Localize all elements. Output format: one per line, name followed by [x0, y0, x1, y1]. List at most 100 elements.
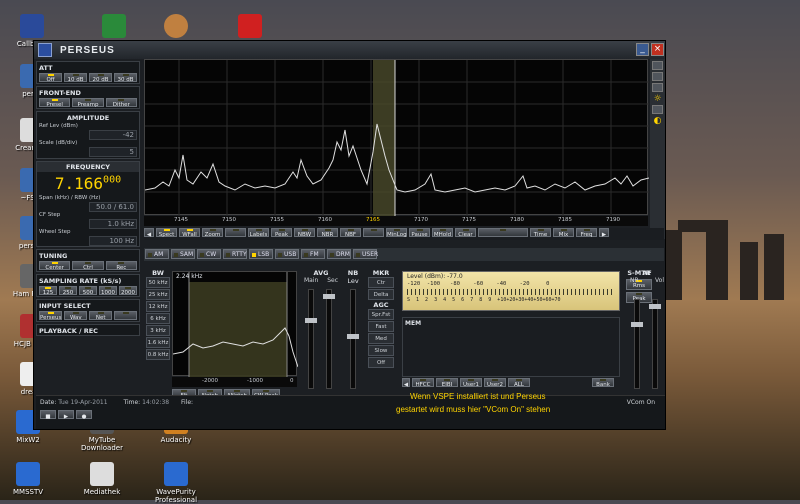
span-field[interactable]: 50.0 / 61.0 [89, 201, 137, 212]
scroll-left-button[interactable]: ◀ [144, 228, 154, 238]
display-toggle-4[interactable] [652, 105, 663, 114]
toolbar-blank-3[interactable] [478, 228, 528, 237]
toolbar-blank-1[interactable] [225, 228, 246, 237]
nbf-button[interactable]: NBF [340, 228, 361, 238]
desktop-icon-mediathek[interactable]: Mediathek [76, 462, 128, 496]
input-net-button[interactable]: Net [89, 311, 113, 321]
mode-user[interactable]: USER [353, 249, 378, 259]
bw-25k-button[interactable]: 25 kHz [146, 289, 170, 300]
filter-display[interactable]: 2.24 kHz [172, 271, 299, 377]
mode-lsb[interactable]: LSB [249, 249, 273, 259]
af-volume-slider[interactable] [649, 299, 661, 389]
bw-12k-button[interactable]: 12 kHz [146, 301, 170, 312]
wfall-button[interactable]: WFall [179, 228, 200, 238]
rec-button[interactable]: Rec [105, 261, 137, 271]
mode-cw[interactable]: CW [197, 249, 221, 259]
input-extra-button[interactable] [114, 311, 137, 320]
user1-button[interactable]: User1 [460, 378, 482, 388]
desktop-icon-photo[interactable] [150, 14, 202, 40]
mkr-ctr-button[interactable]: Ctr [368, 277, 394, 288]
agc-off-button[interactable]: Off [368, 357, 394, 368]
eibi-button[interactable]: EIBI [436, 378, 458, 388]
hfcc-button[interactable]: HFCC [412, 378, 434, 388]
minlog-button[interactable]: MinLog [386, 228, 407, 238]
mode-drm[interactable]: DRM [327, 249, 351, 259]
att-10db-button[interactable]: 10 dB [64, 73, 87, 83]
sr-250-button[interactable]: 250 [59, 286, 77, 296]
brightness-icon[interactable]: ☼ [652, 94, 663, 104]
att-20db-button[interactable]: 20 dB [89, 73, 112, 83]
freq-button[interactable]: Freq [576, 228, 597, 238]
display-toggle-2[interactable] [652, 72, 663, 81]
bw-50k-button[interactable]: 50 kHz [146, 277, 170, 288]
agc-med-button[interactable]: Med [368, 333, 394, 344]
desktop-icon-wavepurity[interactable]: WavePurity Professional [146, 462, 206, 504]
mode-fm[interactable]: FM [301, 249, 325, 259]
mem-scroll-left[interactable]: ◀ [402, 378, 410, 388]
ctrl-button[interactable]: Ctrl [72, 261, 104, 271]
agc-slow-button[interactable]: Slow [368, 345, 394, 356]
dither-button[interactable]: Dither [105, 98, 137, 108]
att-off-button[interactable]: Off [39, 73, 62, 83]
labels-button[interactable]: Labels [248, 228, 269, 238]
display-toggle-1[interactable] [652, 61, 663, 70]
wheel-step-field[interactable]: 100 Hz [89, 235, 137, 246]
bw-0-8k-button[interactable]: 0.8 kHz [146, 349, 170, 360]
input-perseus-button[interactable]: Perseus [39, 311, 63, 321]
mode-sam[interactable]: SAM [171, 249, 195, 259]
sr-2000-button[interactable]: 2000 [119, 286, 137, 296]
time-button[interactable]: Time [530, 228, 551, 238]
sr-125-button[interactable]: 125 [39, 286, 57, 296]
desktop-icon-green-globe[interactable] [88, 14, 140, 40]
nbr-button[interactable]: NBR [317, 228, 338, 238]
att-30db-button[interactable]: 30 dB [114, 73, 137, 83]
frequency-display[interactable]: 7.166000 [37, 172, 139, 195]
user2-button[interactable]: User2 [484, 378, 506, 388]
contrast-icon[interactable]: ◐ [652, 116, 663, 126]
bank-button[interactable]: Bank [592, 378, 614, 388]
nb-level-slider[interactable] [347, 289, 359, 389]
mix-button[interactable]: Mix [553, 228, 574, 238]
toolbar-blank-2[interactable] [363, 228, 384, 237]
preamp-button[interactable]: Preamp [72, 98, 104, 108]
display-toggle-3[interactable] [652, 83, 663, 92]
agc-fast-button[interactable]: Fast [368, 321, 394, 332]
avg-main-slider[interactable] [305, 289, 317, 389]
bw-3k-button[interactable]: 3 kHz [146, 325, 170, 336]
scale-field[interactable]: 5 [89, 146, 137, 157]
stop-button[interactable]: ■ [40, 410, 56, 420]
bw-6k-button[interactable]: 6 kHz [146, 313, 170, 324]
sr-500-button[interactable]: 500 [79, 286, 97, 296]
mkr-delta-button[interactable]: Delta [368, 289, 394, 300]
pause-button[interactable]: Pause [409, 228, 430, 238]
desktop-icon-red[interactable] [224, 14, 276, 40]
zoom-button[interactable]: Zoom [202, 228, 223, 238]
spect-button[interactable]: Spect [156, 228, 177, 238]
mode-am[interactable]: AM [145, 249, 169, 259]
desktop-icon-mmsstv[interactable]: MMSSTV [2, 462, 54, 496]
input-wav-button[interactable]: Wav [64, 311, 88, 321]
avg-sec-slider[interactable] [323, 289, 335, 389]
close-button[interactable]: × [651, 43, 664, 56]
nbw-button[interactable]: NBW [294, 228, 315, 238]
scroll-right-button[interactable]: ▶ [599, 228, 609, 238]
af-nr-slider[interactable] [631, 299, 643, 389]
minimize-button[interactable]: _ [636, 43, 649, 56]
spectrum-display[interactable] [144, 59, 650, 216]
clear-button[interactable]: Clear [455, 228, 476, 238]
cf-step-field[interactable]: 1.0 kHz [89, 218, 137, 229]
play-button[interactable]: ▶ [58, 410, 74, 420]
all-button[interactable]: ALL [508, 378, 530, 388]
mode-usb[interactable]: USB [275, 249, 299, 259]
mode-rtty[interactable]: RTTY [223, 249, 247, 259]
memory-panel[interactable]: MEM [402, 317, 620, 377]
ref-level-field[interactable]: -42 [89, 129, 137, 140]
mhold-button[interactable]: MHold [432, 228, 453, 238]
sr-1000-button[interactable]: 1000 [99, 286, 117, 296]
presel-button[interactable]: Presel [39, 98, 71, 108]
agc-sprfst-button[interactable]: Spr.Fst [368, 309, 394, 320]
peak-button[interactable]: Peak [271, 228, 292, 238]
bw-1-6k-button[interactable]: 1.6 kHz [146, 337, 170, 348]
record-button[interactable]: ● [76, 410, 92, 420]
center-button[interactable]: Center [39, 261, 71, 271]
